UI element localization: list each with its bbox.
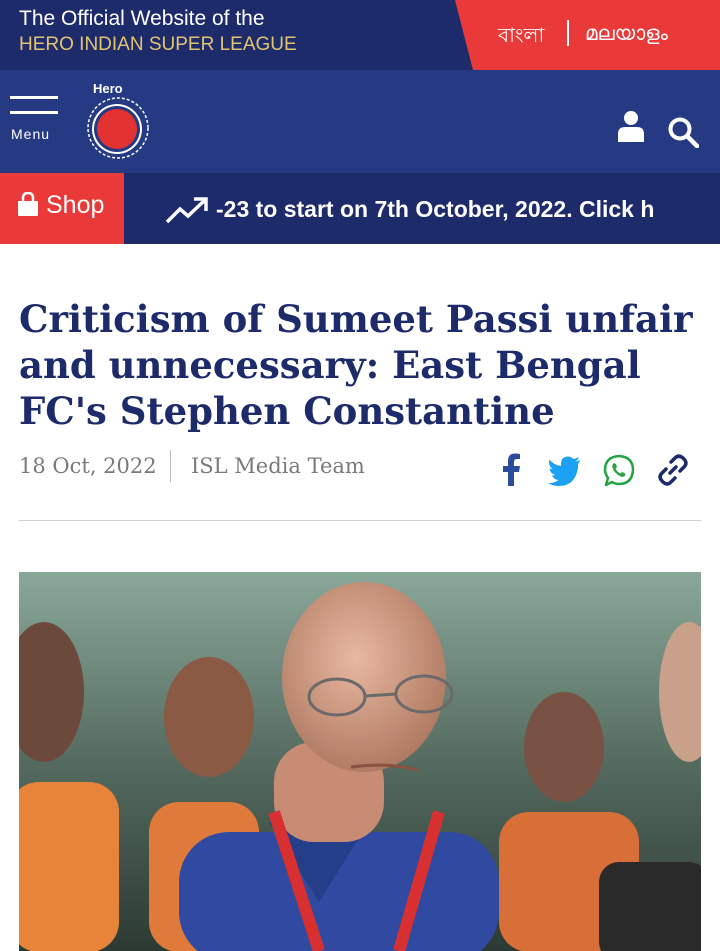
facebook-icon[interactable] [494, 452, 530, 488]
logo-hero-text: Hero [93, 81, 123, 96]
meta-divider [170, 450, 171, 482]
site-title-line2: HERO INDIAN SUPER LEAGUE [19, 34, 297, 55]
shopping-bag-icon [18, 192, 38, 216]
link-icon[interactable] [655, 452, 691, 488]
ticker-text[interactable]: -23 to start on 7th October, 2022. Click… [216, 196, 684, 223]
twitter-icon[interactable] [547, 452, 583, 488]
hamburger-line [10, 111, 58, 114]
photo-illustration [19, 572, 701, 951]
search-icon[interactable] [667, 116, 699, 148]
logo-ball-icon [97, 109, 137, 149]
hamburger-line [10, 96, 58, 99]
menu-label[interactable]: Menu [11, 126, 50, 142]
user-icon[interactable] [617, 110, 645, 142]
article-date: 18 Oct, 2022 [19, 454, 157, 478]
language-bengali-link[interactable]: বাংলা [498, 21, 544, 54]
language-divider [567, 20, 569, 46]
site-title-line1: The Official Website of the [19, 7, 265, 30]
language-malayalam-link[interactable]: മലയാളം [585, 21, 668, 45]
whatsapp-icon[interactable] [601, 452, 637, 488]
article-photo [19, 572, 701, 951]
shop-label[interactable]: Shop [46, 191, 104, 220]
meta-divider-line [19, 520, 701, 521]
article-author: ISL Media Team [191, 454, 365, 478]
article-headline: Criticism of Sumeet Passi unfair and unn… [19, 297, 693, 433]
trending-up-icon [165, 197, 208, 224]
